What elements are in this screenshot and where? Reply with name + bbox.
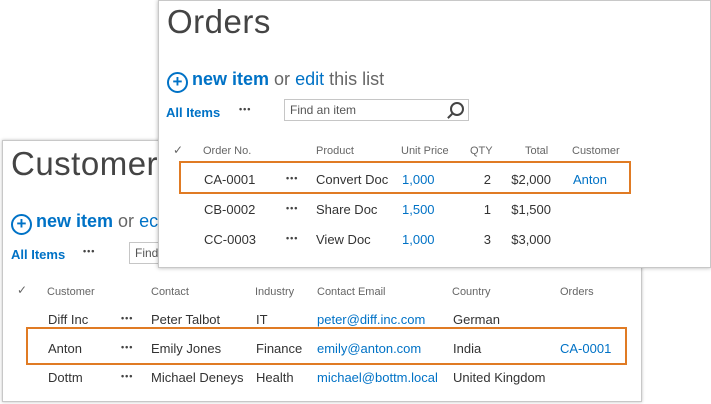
customers-search-input[interactable]: Find bbox=[129, 242, 159, 264]
add-icon[interactable]: + bbox=[167, 72, 188, 93]
orders-title: Orders bbox=[167, 3, 271, 40]
unit-price-link[interactable]: 1,500 bbox=[402, 202, 435, 217]
orders-this-list-text: this list bbox=[329, 69, 385, 89]
orders-search-input[interactable]: Find an item bbox=[284, 99, 469, 121]
orders-view-menu-ellipsis[interactable]: ••• bbox=[239, 104, 251, 114]
customers-col-industry[interactable]: Industry bbox=[255, 286, 294, 298]
total: $1,500 bbox=[511, 202, 551, 217]
contact-name: Michael Deneys bbox=[151, 370, 244, 385]
row-ellipsis-menu[interactable]: ••• bbox=[121, 313, 133, 323]
orders-col-customer[interactable]: Customer bbox=[572, 145, 620, 157]
quantity: 3 bbox=[483, 232, 491, 247]
customers-col-customer[interactable]: Customer bbox=[47, 286, 95, 298]
orders-new-item-row: + new item or edit this list bbox=[167, 69, 384, 93]
search-icon[interactable] bbox=[450, 102, 464, 116]
country: German bbox=[453, 312, 500, 327]
unit-price-link[interactable]: 1,000 bbox=[402, 232, 435, 247]
industry: Health bbox=[256, 370, 294, 385]
row-ellipsis-menu[interactable]: ••• bbox=[286, 233, 298, 243]
customers-col-orders[interactable]: Orders bbox=[560, 286, 594, 298]
orders-col-total[interactable]: Total bbox=[525, 145, 548, 157]
customers-select-all-check[interactable]: ✓ bbox=[17, 283, 27, 297]
customers-or-text: or bbox=[118, 211, 135, 231]
customers-new-item-row: + new item or ec bbox=[11, 211, 158, 235]
orders-list-panel: Orders + new item or edit this list All I… bbox=[158, 0, 711, 268]
product-name: View Doc bbox=[316, 232, 371, 247]
total: $3,000 bbox=[511, 232, 551, 247]
country: United Kingdom bbox=[453, 370, 546, 385]
order-row-highlight bbox=[179, 161, 631, 194]
customers-col-country[interactable]: Country bbox=[452, 286, 491, 298]
customers-new-item-link[interactable]: new item bbox=[36, 211, 113, 231]
industry: IT bbox=[256, 312, 268, 327]
customers-view-menu-ellipsis[interactable]: ••• bbox=[83, 246, 95, 256]
orders-all-items-view[interactable]: All Items bbox=[166, 105, 220, 120]
add-icon[interactable]: + bbox=[11, 214, 32, 235]
contact-name: Peter Talbot bbox=[151, 312, 221, 327]
orders-col-product[interactable]: Product bbox=[316, 145, 354, 157]
customers-all-items-view[interactable]: All Items bbox=[11, 247, 65, 262]
contact-email-link[interactable]: peter@diff.inc.com bbox=[317, 312, 425, 327]
customers-col-contact[interactable]: Contact bbox=[151, 286, 189, 298]
customers-title: Customer bbox=[11, 145, 159, 182]
orders-select-all-check[interactable]: ✓ bbox=[173, 143, 183, 157]
customer-name[interactable]: Dottm bbox=[48, 370, 83, 385]
product-name: Share Doc bbox=[316, 202, 378, 217]
row-ellipsis-menu[interactable]: ••• bbox=[286, 203, 298, 213]
customer-row-highlight bbox=[26, 327, 627, 365]
orders-search-placeholder: Find an item bbox=[290, 103, 357, 117]
row-ellipsis-menu[interactable]: ••• bbox=[121, 371, 133, 381]
orders-or-text: or bbox=[274, 69, 291, 89]
customers-edit-link[interactable]: ec bbox=[139, 211, 158, 231]
quantity: 1 bbox=[483, 202, 491, 217]
orders-col-unit-price[interactable]: Unit Price bbox=[401, 145, 449, 157]
contact-email-link[interactable]: michael@bottm.local bbox=[317, 370, 438, 385]
customer-name[interactable]: Diff Inc bbox=[48, 312, 88, 327]
orders-new-item-link[interactable]: new item bbox=[192, 69, 269, 89]
customers-col-contact-email[interactable]: Contact Email bbox=[317, 286, 385, 298]
orders-col-qty[interactable]: QTY bbox=[470, 145, 493, 157]
order-number[interactable]: CB-0002 bbox=[204, 202, 255, 217]
orders-col-order-no[interactable]: Order No. bbox=[203, 145, 251, 157]
order-number[interactable]: CC-0003 bbox=[204, 232, 256, 247]
orders-edit-link[interactable]: edit bbox=[295, 69, 324, 89]
